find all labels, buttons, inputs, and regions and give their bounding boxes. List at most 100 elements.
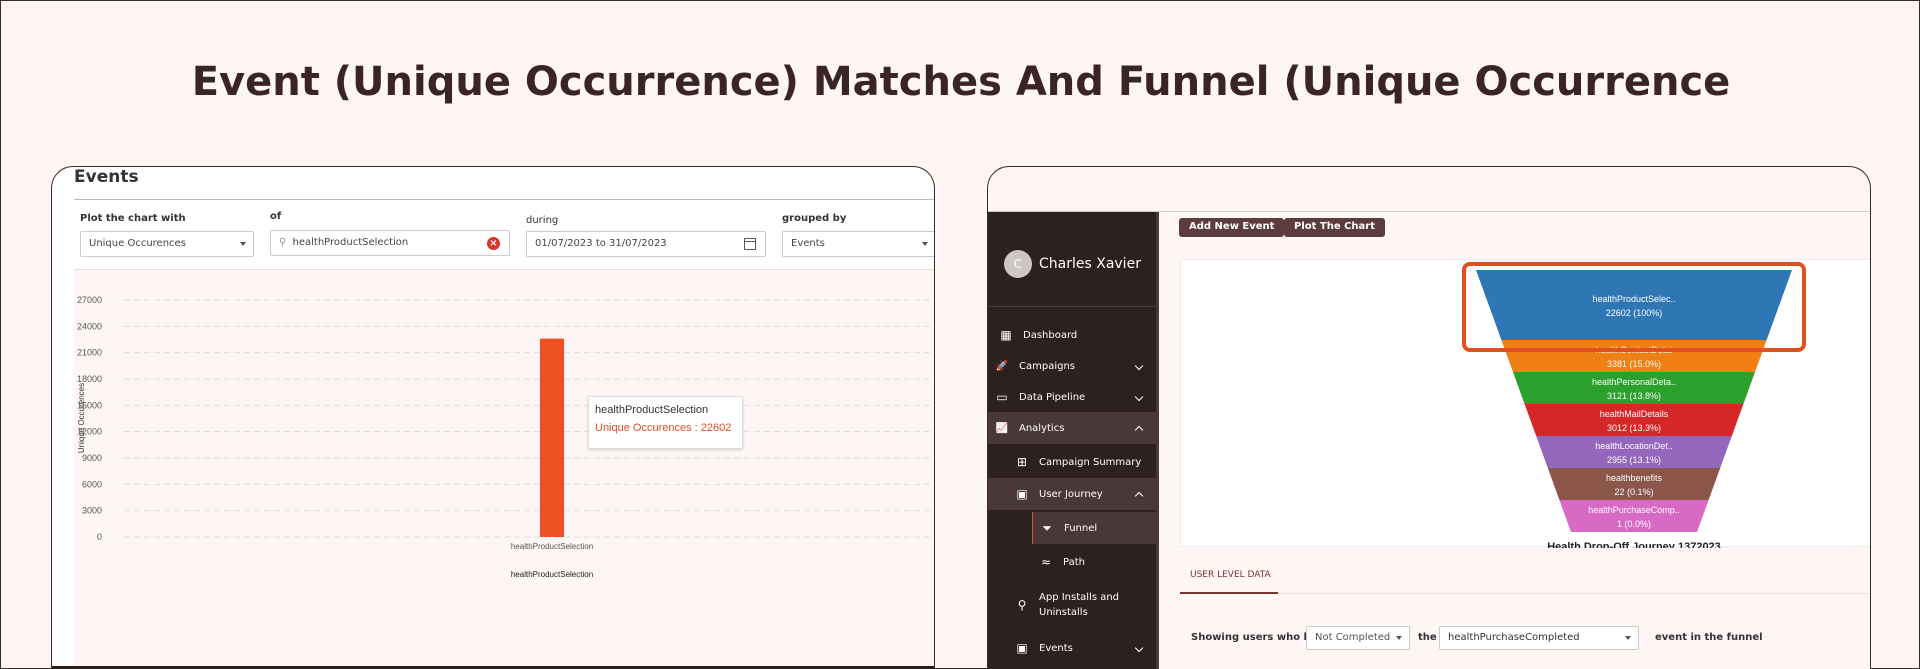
dashboard-icon: ▦ [1000,328,1012,342]
tab-user-level-data[interactable]: USER LEVEL DATA [1190,570,1271,580]
y-tick-label: 3000 [82,506,102,516]
trend-icon: 📈 [995,422,1009,434]
chevron-down-icon [1134,361,1144,371]
path-icon: ≈ [1040,555,1052,569]
chevron-down-icon [1134,643,1144,653]
date-range-input[interactable]: 01/07/2023 to 31/07/2023 [526,231,766,257]
add-new-event-button[interactable]: Add New Event [1179,218,1285,237]
sidebar-item-campaign-summary[interactable]: ⊞ Campaign Summary [988,446,1156,478]
plot-label: Plot the chart with [80,213,186,224]
sidebar-divider [988,306,1158,307]
chart-tooltip: healthProductSelection Unique Occurences… [588,396,743,449]
plot-chart-button[interactable]: Plot The Chart [1284,218,1386,237]
user-profile[interactable]: C Charles Xavier [1004,250,1141,278]
events-divider [74,199,934,200]
event-search-input[interactable]: ⚲ healthProductSelection × [270,230,510,256]
of-label: of [270,211,282,222]
sidebar-item-app-installs[interactable]: ⚲ App Installs and Uninstalls [988,585,1156,625]
chevron-down-icon [1625,636,1631,640]
sidebar-item-data-pipeline[interactable]: ▭ Data Pipeline [988,381,1156,413]
sidebar-item-label: User Journey [1039,488,1103,500]
status-select[interactable]: Not Completed [1306,626,1410,650]
sidebar-item-label: Campaigns [1019,360,1076,372]
calendar-icon: ▣ [1016,641,1028,655]
funnel-stage-label: healthProductSelec.. [1592,294,1675,304]
chevron-up-icon [1134,425,1144,435]
date-range-value: 01/07/2023 to 31/07/2023 [535,238,667,249]
calendar-icon: ▣ [1016,487,1028,501]
plot-select-value: Unique Occurences [89,238,186,249]
chevron-down-icon [922,242,928,246]
clear-icon[interactable]: × [487,237,500,250]
during-label: during [526,215,559,226]
funnel-stage-value: 3381 (15.0%) [1607,359,1661,369]
tab-divider [1180,593,1870,594]
sidebar-item-events[interactable]: ▣ Events [988,632,1156,664]
funnel-stage-value: 22 (0.1%) [1614,487,1653,497]
sidebar-item-label: Dashboard [1023,329,1078,341]
y-axis-label: Unique Occurences [77,383,86,453]
funnel-chart: healthProductSelec..22602 (100%)healthCo… [1462,262,1806,548]
funnel-stage-label: healthPersonalDeta.. [1592,377,1676,387]
y-tick-label: 18000 [77,374,102,384]
grouped-label: grouped by [782,213,847,224]
page-title: Event (Unique Occurrence) Matches And Fu… [191,59,1731,105]
sidebar-item-label: App Installs and Uninstalls [1039,592,1120,618]
search-icon: ⚲ [279,237,287,248]
sidebar-item-campaigns[interactable]: 🚀 Campaigns [988,350,1156,382]
chart-panel: 0 3000 6000 9000 12000 15000 18000 21000 24000 27… [74,269,934,669]
sidebar-item-path[interactable]: ≈ Path [988,546,1156,578]
y-tick-label: 24000 [77,321,102,331]
sidebar-item-label: Campaign Summary [1039,456,1142,468]
funnel-title: Health Drop-Off Journey 1372023 [1547,541,1721,548]
funnel-panel: healthProductSelec.. 22602 (100%) healthCo… [1180,259,1870,548]
sidebar-edge [1156,212,1159,669]
funnel-stage-label: healthLocationDet.. [1595,441,1673,451]
sidebar-item-label: Path [1063,556,1085,568]
event-search-value: healthProductSelection [292,237,409,248]
y-tick-label: 21000 [77,348,102,358]
tooltip-value: Unique Occurences : 22602 [595,422,732,434]
x-tick-label: healthProductSelection [511,542,593,551]
y-tick-label: 27000 [77,295,102,305]
funnel-stage-value: 22602 (100%) [1606,308,1663,318]
funnel-stage-label: healthPurchaseComp.. [1588,505,1680,515]
bar [540,338,564,537]
funnel-stage-value: 3012 (13.3%) [1607,423,1661,433]
funnel-event-select[interactable]: healthPurchaseCompleted [1439,626,1639,650]
sidebar-item-dashboard[interactable]: ▦ Dashboard [988,319,1156,351]
userlevel-the: the [1418,632,1437,643]
rocket-icon: 🚀 [995,360,1009,372]
chevron-up-icon [1134,491,1144,501]
funnel-stage-label: healthbenefits [1606,473,1663,483]
funnel-card: C Charles Xavier ▦ Dashboard 🚀 Campaigns… [987,166,1871,669]
funnel-stage-value: 3121 (13.8%) [1607,391,1661,401]
funnel-stage-value: 2955 (13.1%) [1607,455,1661,465]
chevron-down-icon [1396,636,1402,640]
sidebar-item-funnel[interactable]: ⏷ Funnel [1032,512,1156,544]
sidebar-item-label: Funnel [1064,522,1098,534]
y-tick-label: 9000 [82,453,102,463]
chevron-down-icon [240,242,246,246]
storage-icon: ▭ [996,390,1008,404]
sidebar-item-analytics[interactable]: 📈 Analytics [988,412,1156,444]
joystick-icon: ⚲ [1017,598,1027,612]
events-card: Events Plot the chart with Unique Occure… [51,166,935,669]
calendar-icon[interactable] [744,238,756,250]
plot-select[interactable]: Unique Occurences [80,231,254,257]
sidebar-item-label: Analytics [1019,422,1065,434]
sidebar-item-user-journey[interactable]: ▣ User Journey [988,478,1156,510]
chevron-down-icon [1134,392,1144,402]
tooltip-title: healthProductSelection [595,404,709,416]
tab-active-indicator [1180,592,1278,594]
status-select-value: Not Completed [1315,632,1391,643]
user-name: Charles Xavier [1039,256,1141,272]
userlevel-suffix: event in the funnel [1655,632,1763,643]
y-tick-label: 6000 [82,479,102,489]
bar-chart: 0300060009000120001500018000210002400027… [77,295,934,579]
avatar: C [1004,250,1032,278]
events-title: Events [74,167,139,187]
grouped-select[interactable]: Events [782,231,934,257]
sidebar: C Charles Xavier ▦ Dashboard 🚀 Campaigns… [988,212,1158,669]
sidebar-item-label: Events [1039,642,1073,654]
